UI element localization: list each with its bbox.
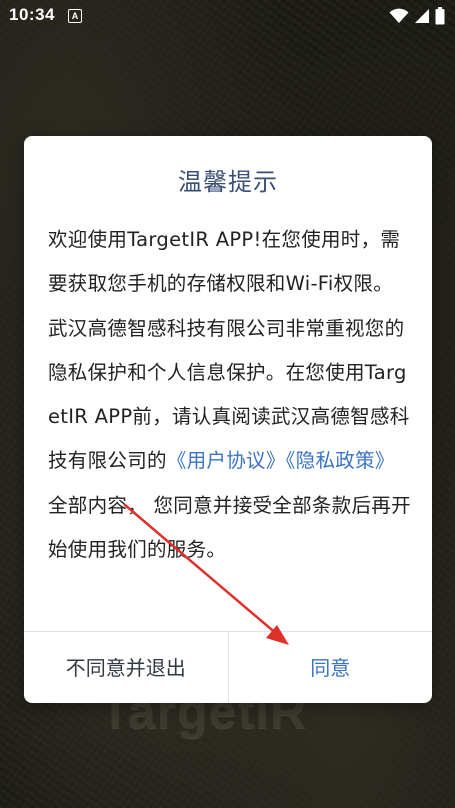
privacy-dialog: 温馨提示 欢迎使用TargetIR APP!在您使用时，需要获取您手机的存储权限… (24, 136, 432, 703)
status-bar: 10:34 A (0, 0, 455, 34)
privacy-policy-link[interactable]: 《隐私政策》 (286, 449, 395, 472)
dialog-body-text-end: 全部内容， 您同意并接受全部条款后再开始使用我们的服务。 (48, 493, 411, 562)
battery-icon (435, 7, 445, 25)
status-clock: 10:34 (9, 5, 55, 24)
screen: TargetIR 10:34 A 温馨提示 欢迎使用TargetIR APP!在… (0, 0, 455, 808)
wifi-icon (389, 8, 409, 24)
decline-exit-button[interactable]: 不同意并退出 (24, 632, 229, 703)
user-agreement-link[interactable]: 《用户协议》 (167, 449, 286, 472)
system-icons (389, 7, 445, 25)
agree-button[interactable]: 同意 (229, 632, 433, 703)
dialog-footer: 不同意并退出 同意 (24, 631, 432, 703)
dialog-body: 欢迎使用TargetIR APP!在您使用时，需要获取您手机的存储权限和Wi-F… (48, 218, 412, 572)
dialog-body-text: 欢迎使用TargetIR APP!在您使用时，需要获取您手机的存储权限和Wi-F… (48, 228, 410, 473)
notification-a-icon: A (68, 9, 82, 23)
signal-icon (414, 8, 430, 24)
dialog-title: 温馨提示 (178, 168, 278, 196)
